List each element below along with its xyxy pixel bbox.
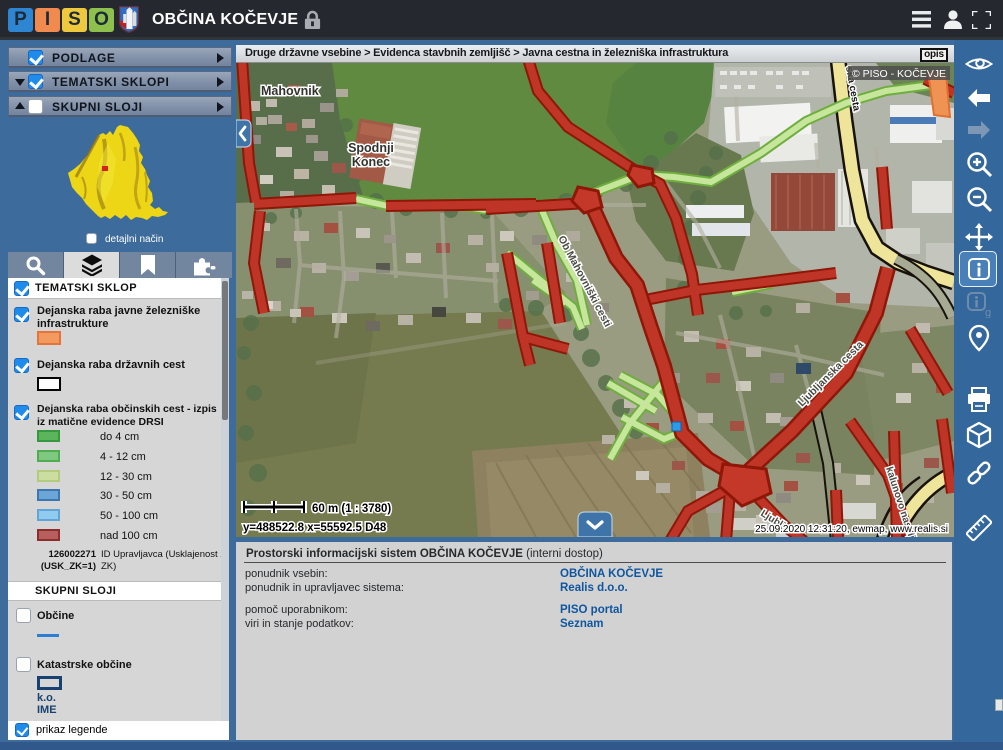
svg-text:y=488522.8 x=55592.5 D48: y=488522.8 x=55592.5 D48 (243, 522, 387, 534)
svg-text:Spodnji: Spodnji (348, 141, 394, 155)
svg-text:25.09.2020 12:31:20, ewmap, ww: 25.09.2020 12:31:20, ewmap, www.realis.s… (755, 524, 948, 535)
svg-text:60 m (1 : 3780): 60 m (1 : 3780) (312, 503, 391, 515)
svg-text:Mahovnik: Mahovnik (261, 84, 319, 98)
svg-text:© PISO - KOČEVJE: © PISO - KOČEVJE (852, 67, 946, 80)
svg-text:g: g (985, 307, 991, 318)
svg-text:Konec: Konec (352, 155, 390, 169)
